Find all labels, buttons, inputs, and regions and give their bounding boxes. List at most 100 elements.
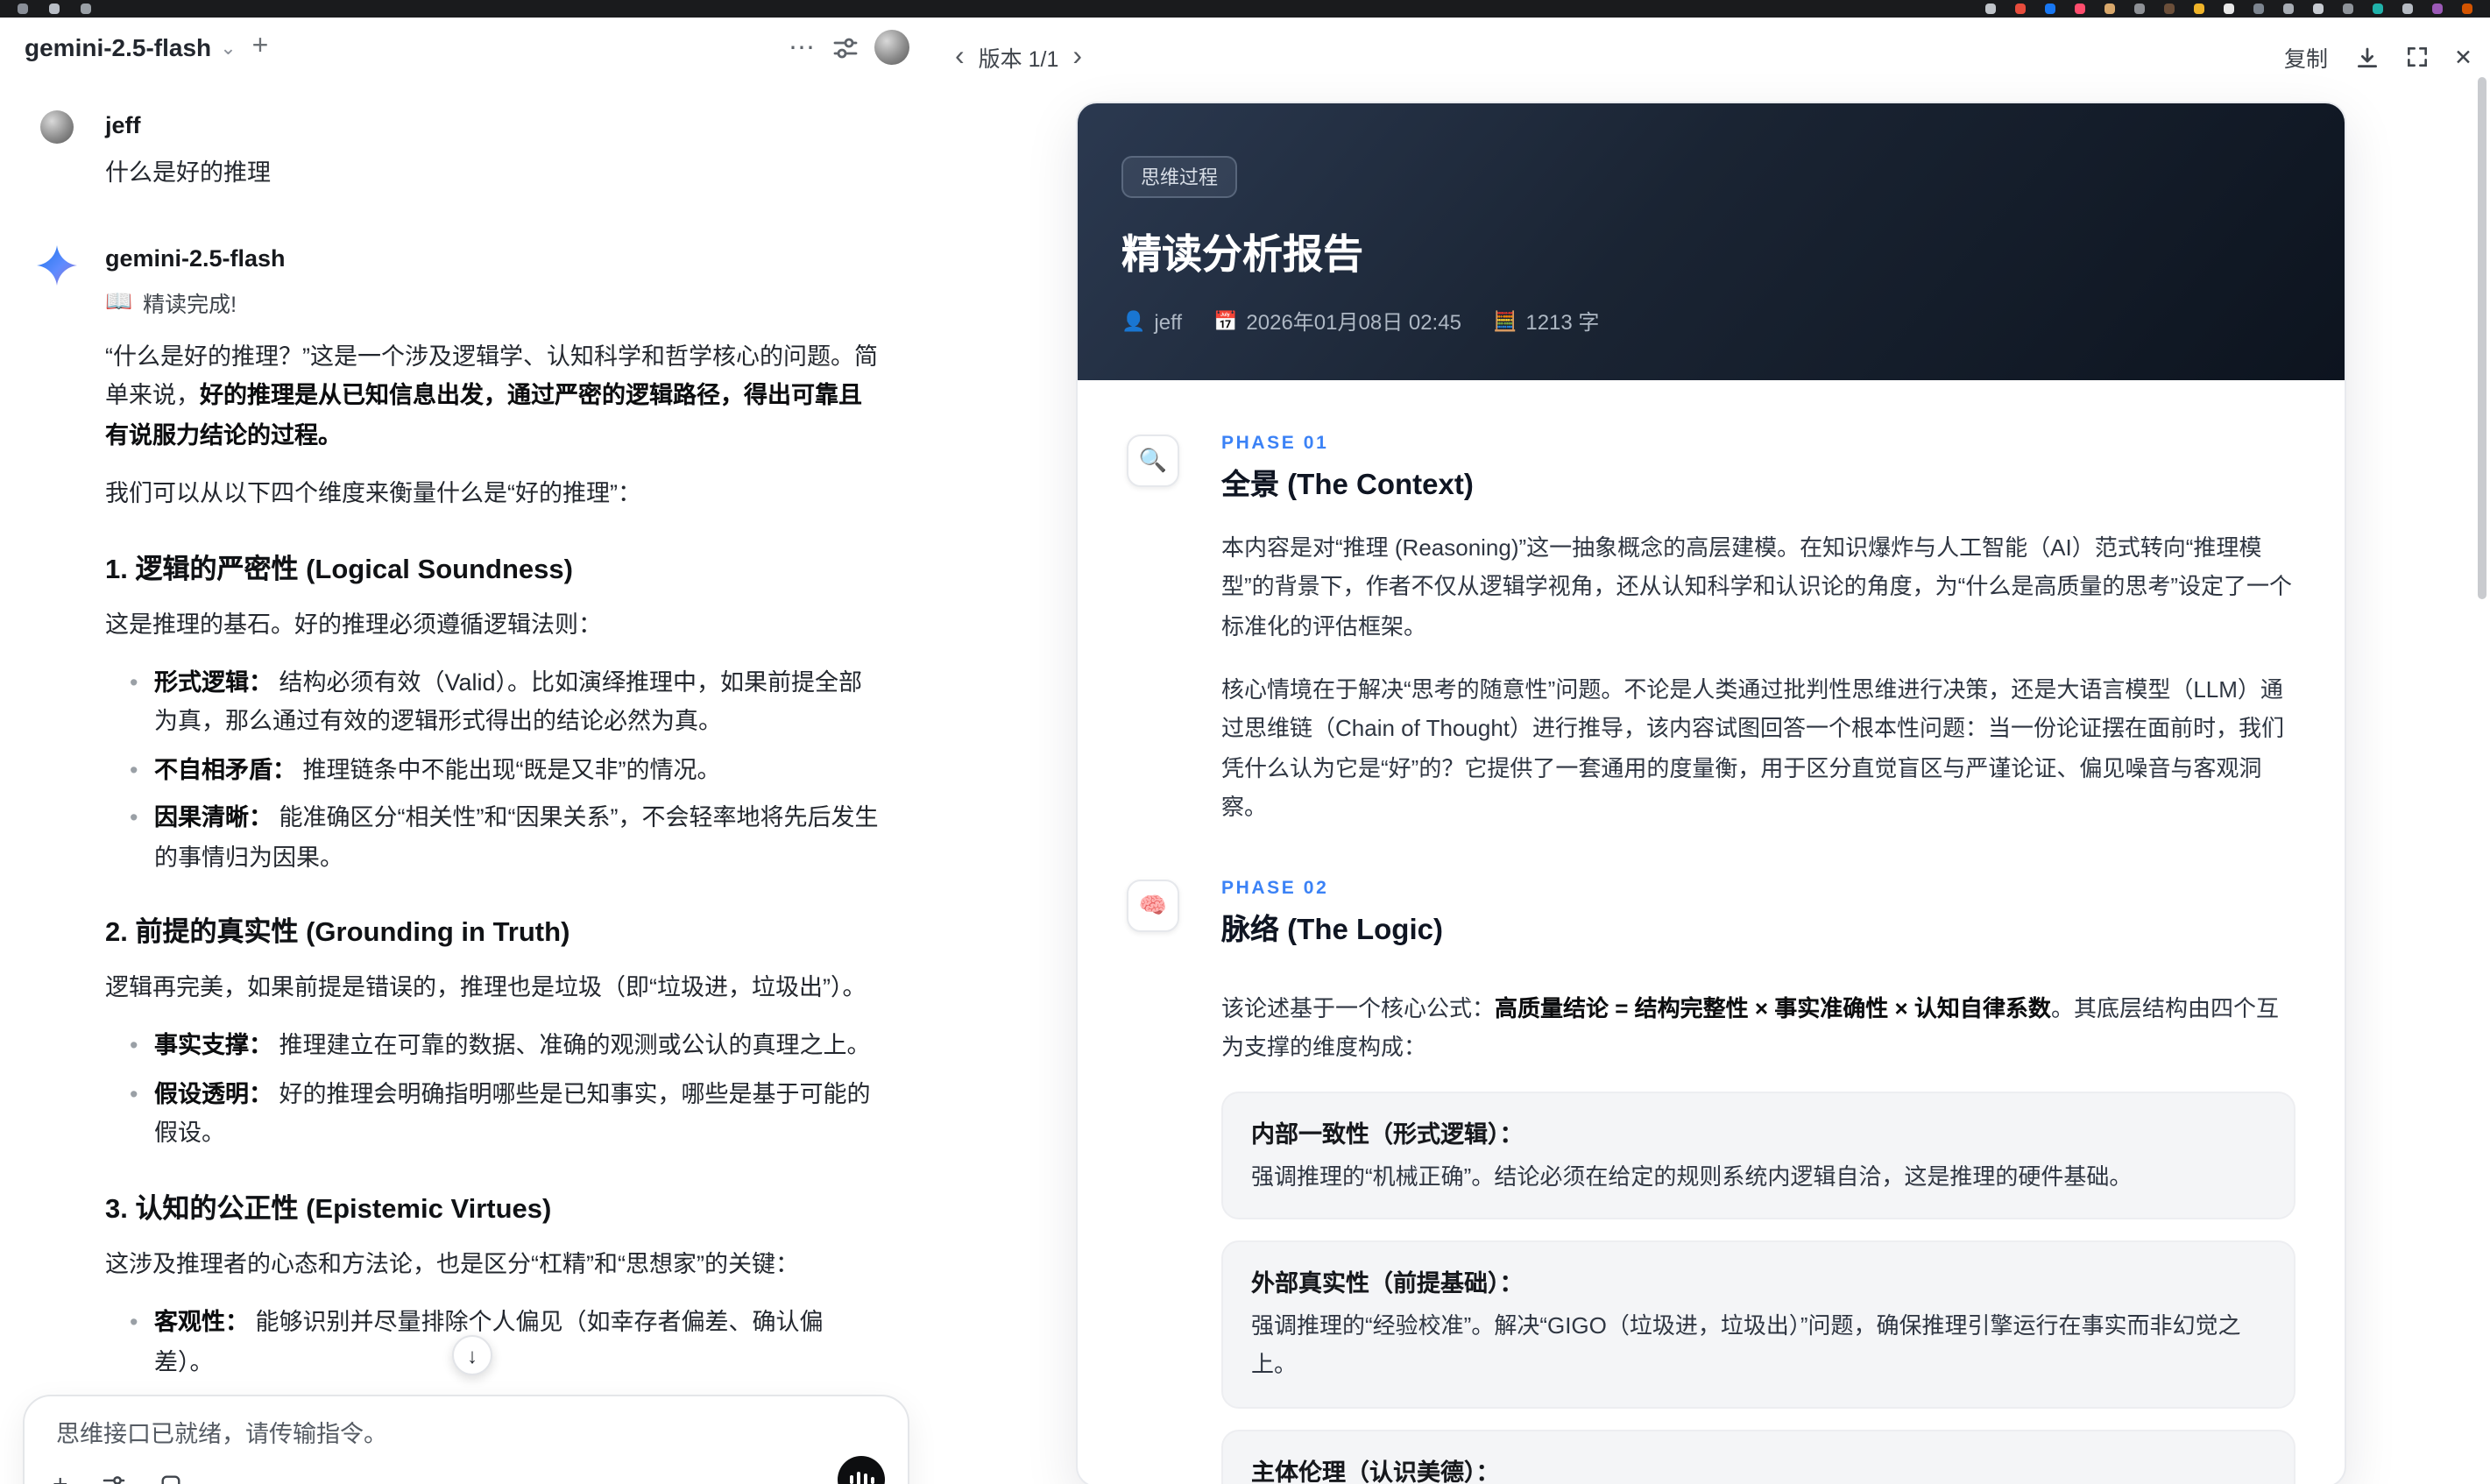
menubar-icons-right bbox=[1985, 4, 2472, 14]
settings-sliders-button[interactable] bbox=[832, 34, 859, 60]
chat-bullet: 假设透明： 好的推理会明确指明哪些是已知事实，哪些是基于可能的假设。 bbox=[130, 1076, 881, 1155]
chat-paragraph: 这涉及推理者的心态和方法论，也是区分“杠精”和“思想家”的关键： bbox=[105, 1250, 799, 1277]
user-avatar bbox=[40, 110, 74, 144]
scroll-to-bottom-button[interactable]: ↓ bbox=[452, 1335, 492, 1375]
download-button[interactable] bbox=[2354, 45, 2379, 69]
app-icon bbox=[2075, 4, 2085, 14]
chat-panel: gemini-2.5-flash ⌄ + ⋯ jeff 什么是好的推理 gemi… bbox=[0, 18, 934, 1484]
dimension-card: 内部一致性（形式逻辑）： 强调推理的“机械正确”。结论必须在给定的规则系统内逻辑自… bbox=[1221, 1092, 2295, 1220]
fullscreen-button[interactable] bbox=[2405, 46, 2428, 68]
chat-list: 事实支撑： 推理建立在可靠的数据、准确的观测或公认的真理之上。假设透明： 好的推… bbox=[105, 1028, 881, 1154]
voice-input-button[interactable] bbox=[838, 1456, 885, 1484]
meta-word-count: 🧮 1213 字 bbox=[1493, 307, 1599, 336]
app-icon bbox=[49, 4, 60, 14]
artifact-toolbar: ‹ 版本 1/1 › 复制 ✕ bbox=[955, 40, 2472, 74]
app-window: gemini-2.5-flash ⌄ + ⋯ jeff 什么是好的推理 gemi… bbox=[0, 0, 2490, 1484]
chat-messages[interactable]: jeff 什么是好的推理 gemini-2.5-flash 📖 精读完成! “什… bbox=[0, 95, 934, 1484]
thinking-process-badge: 思维过程 bbox=[1121, 156, 1237, 198]
chat-paragraph: 这是推理的基石。好的推理必须遵循逻辑法则： bbox=[105, 611, 602, 638]
gemini-sparkle-icon bbox=[37, 245, 77, 286]
phase-body: 该论述基于一个核心公式：高质量结论 = 结构完整性 × 事实准确性 × 认知自律… bbox=[1221, 989, 2295, 1484]
card-title: 主体伦理（认识美德）： bbox=[1251, 1459, 1500, 1484]
status-text: 精读完成! bbox=[143, 293, 237, 317]
app-icon bbox=[2104, 4, 2115, 14]
close-button[interactable]: ✕ bbox=[2454, 44, 2472, 70]
app-icon bbox=[81, 4, 91, 14]
chat-heading: 3. 认知的公正性 (Epistemic Virtues) bbox=[105, 1194, 552, 1225]
phase-paragraph: 核心情境在于解决“思考的随意性”问题。不论是人类通过批判性思维进行决策，还是大语… bbox=[1221, 676, 2285, 821]
meta-author: 👤 jeff bbox=[1121, 309, 1182, 334]
composer-input[interactable] bbox=[53, 1419, 887, 1449]
card-title: 内部一致性（形式逻辑）： bbox=[1251, 1121, 1524, 1148]
word-count-text: 1213 字 bbox=[1525, 310, 1600, 335]
meta-date: 📅 2026年01月08日 02:45 bbox=[1213, 307, 1461, 336]
assistant-status: 📖 精读完成! bbox=[105, 286, 881, 319]
artifact-card: 思维过程 精读分析报告 👤 jeff 📅 2026年01月08日 02:45 🧮… bbox=[1076, 102, 2346, 1484]
app-icon bbox=[2313, 4, 2324, 14]
app-icon bbox=[2134, 4, 2145, 14]
version-label: 版本 1/1 bbox=[978, 47, 1059, 72]
app-icon bbox=[2283, 4, 2294, 14]
menubar bbox=[0, 0, 2490, 18]
app-icon bbox=[2402, 4, 2413, 14]
phase-section: 🧠 PHASE 02 脉络 (The Logic) 该论述基于一个核心公式：高质量结论… bbox=[1127, 877, 2295, 1484]
user-icon: 👤 bbox=[1121, 312, 1146, 333]
fullscreen-icon bbox=[2407, 47, 2426, 67]
book-icon: 📖 bbox=[105, 289, 133, 314]
phase-title: 脉络 (The Logic) bbox=[1221, 914, 1443, 946]
card-title: 外部真实性（前提基础）： bbox=[1251, 1270, 1524, 1297]
phase-paragraph: 本内容是对“推理 (Reasoning)”这一抽象概念的高层建模。在知识爆炸与人… bbox=[1221, 534, 2292, 640]
next-version-button[interactable]: › bbox=[1072, 42, 1082, 71]
phase-label: PHASE 01 bbox=[1221, 433, 1329, 454]
phase-body: 本内容是对“推理 (Reasoning)”这一抽象概念的高层建模。在知识爆炸与人… bbox=[1221, 529, 2295, 828]
notes-button[interactable] bbox=[159, 1473, 182, 1484]
more-options-button[interactable]: ⋯ bbox=[789, 32, 817, 63]
phase-section: 🔍 PHASE 01 全景 (The Context) 本内容是对“推理 (Reaso… bbox=[1127, 433, 2295, 828]
app-icon bbox=[2015, 4, 2026, 14]
chat-list: 形式逻辑： 结构必须有效（Valid）。比如演绎推理中，如果前提全部为真，那么通… bbox=[105, 664, 881, 878]
chat-header: gemini-2.5-flash ⌄ + ⋯ bbox=[0, 18, 934, 77]
prev-version-button[interactable]: ‹ bbox=[955, 42, 965, 71]
artifact-panel: ‹ 版本 1/1 › 复制 ✕ 思维过程 精读分析报告 👤 jeff 📅 202… bbox=[934, 18, 2490, 1484]
chevron-down-icon: ⌄ bbox=[220, 38, 237, 59]
dimension-cards: 内部一致性（形式逻辑）： 强调推理的“机械正确”。结论必须在给定的规则系统内逻辑自… bbox=[1221, 1092, 2295, 1484]
app-icon bbox=[2194, 4, 2204, 14]
user-message-row: jeff 什么是好的推理 bbox=[39, 109, 881, 187]
model-selector[interactable]: gemini-2.5-flash ⌄ bbox=[25, 33, 237, 61]
assistant-message-row: gemini-2.5-flash 📖 精读完成! “什么是好的推理？”这是一个涉… bbox=[37, 242, 881, 1484]
assistant-blocks: “什么是好的推理？”这是一个涉及逻辑学、认知科学和哲学核心的问题。简单来说，好的… bbox=[105, 338, 881, 1484]
model-selector-label: gemini-2.5-flash bbox=[25, 33, 212, 61]
app-icon bbox=[2224, 4, 2234, 14]
phase-paragraph: 该论述基于一个核心公式：高质量结论 = 结构完整性 × 事实准确性 × 认知自律… bbox=[1221, 994, 2279, 1060]
square-icon bbox=[161, 1475, 180, 1484]
phase-01-icon: 🔍 bbox=[1127, 435, 1179, 487]
chat-paragraph: “什么是好的推理？”这是一个涉及逻辑学、认知科学和哲学核心的问题。简单来说，好的… bbox=[105, 343, 878, 449]
author-name: jeff bbox=[1154, 309, 1182, 334]
app-icon bbox=[18, 4, 28, 14]
artifact-meta: 👤 jeff 📅 2026年01月08日 02:45 🧮 1213 字 bbox=[1121, 307, 2299, 336]
account-avatar[interactable] bbox=[874, 30, 909, 65]
chat-bullet: 客观性： 能够识别并尽量排除个人偏见（如幸存者偏差、确认偏差）。 bbox=[130, 1304, 881, 1382]
app-icon bbox=[2164, 4, 2175, 14]
tools-button[interactable] bbox=[102, 1473, 126, 1484]
chat-bullet: 形式逻辑： 结构必须有效（Valid）。比如演绎推理中，如果前提全部为真，那么通… bbox=[130, 664, 881, 743]
dimension-card: 主体伦理（认识美德）：转向推理者的心理特征。引入奥卡姆剃刀和反向论证，旨在克服人… bbox=[1221, 1429, 2295, 1484]
add-attachment-button[interactable]: + bbox=[53, 1470, 68, 1484]
chat-heading: 2. 前提的真实性 (Grounding in Truth) bbox=[105, 918, 570, 949]
app-icon bbox=[1985, 4, 1996, 14]
app-icon bbox=[2343, 4, 2353, 14]
new-chat-button[interactable]: + bbox=[252, 32, 269, 63]
user-name: jeff bbox=[105, 112, 141, 138]
artifact-title: 精读分析报告 bbox=[1121, 231, 1363, 277]
scrollbar[interactable] bbox=[2478, 77, 2486, 599]
app-icon bbox=[2462, 4, 2472, 14]
chat-bullet: 事实支撑： 推理建立在可靠的数据、准确的观测或公认的真理之上。 bbox=[130, 1028, 881, 1068]
composer[interactable]: + bbox=[23, 1395, 909, 1484]
artifact-header: 思维过程 精读分析报告 👤 jeff 📅 2026年01月08日 02:45 🧮… bbox=[1078, 103, 2345, 380]
card-body: 强调推理的“机械正确”。结论必须在给定的规则系统内逻辑自洽，这是推理的硬件基础。 bbox=[1251, 1163, 2133, 1191]
composer-tools: + bbox=[53, 1470, 182, 1484]
version-nav: ‹ 版本 1/1 › bbox=[955, 40, 1082, 74]
copy-button[interactable]: 复制 bbox=[2284, 40, 2328, 74]
calendar-icon: 📅 bbox=[1213, 312, 1238, 333]
download-icon bbox=[2357, 46, 2377, 67]
